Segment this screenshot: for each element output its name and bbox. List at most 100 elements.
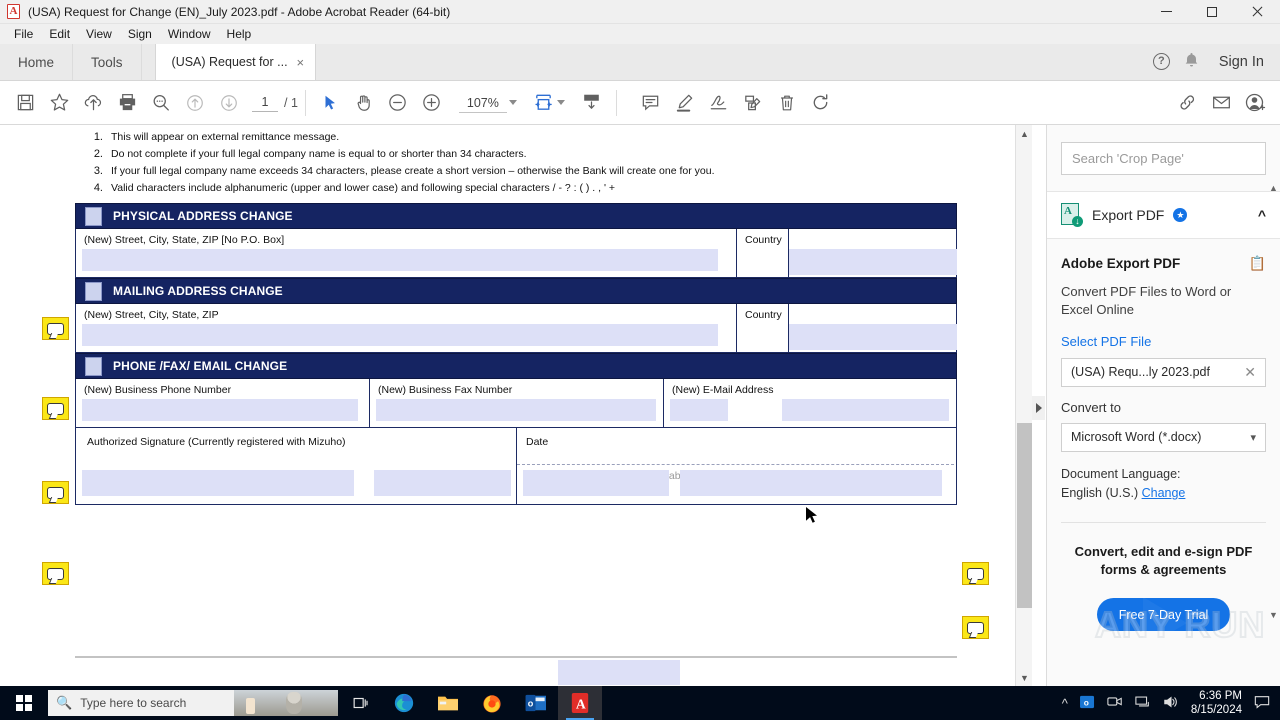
selected-file-field[interactable]: (USA) Requ...ly 2023.pdf ✕	[1061, 357, 1266, 387]
email-input[interactable]	[782, 399, 949, 422]
rotate-icon[interactable]	[804, 86, 838, 120]
menu-file[interactable]: File	[6, 25, 41, 43]
close-button[interactable]	[1234, 0, 1280, 24]
business-phone-input[interactable]	[82, 399, 358, 422]
outlook-tray-icon[interactable]: o	[1079, 695, 1095, 712]
copy-icon[interactable]: 📋	[1249, 255, 1266, 272]
date-input[interactable]	[523, 470, 669, 497]
vertical-scrollbar[interactable]: ▲ ▼	[1015, 125, 1032, 686]
scroll-up-icon[interactable]: ▲	[1016, 125, 1033, 142]
next-page-icon[interactable]	[212, 86, 246, 120]
cursor-arrow-icon[interactable]	[313, 86, 347, 120]
physical-street-input[interactable]	[82, 249, 718, 272]
effective-date-input[interactable]	[680, 470, 942, 497]
zoom-control[interactable]: 107%	[458, 93, 517, 113]
acrobat-icon[interactable]: A	[558, 686, 602, 720]
section-checkbox[interactable]	[85, 356, 102, 376]
sign-icon[interactable]	[702, 86, 736, 120]
camera-icon[interactable]	[1107, 695, 1123, 711]
chevron-up-icon[interactable]: ^	[1258, 207, 1266, 223]
panel-scroll-up-icon[interactable]: ▲	[1267, 182, 1280, 195]
comment-icon[interactable]	[634, 86, 668, 120]
star-icon[interactable]	[42, 86, 76, 120]
comment-note-icon[interactable]	[42, 397, 69, 420]
firefox-icon[interactable]	[470, 686, 514, 720]
tab-document[interactable]: (USA) Request for ... ×	[154, 44, 317, 80]
sign-in-button[interactable]: Sign In	[1213, 54, 1264, 70]
change-language-link[interactable]: Change	[1142, 486, 1186, 500]
save-icon[interactable]	[8, 86, 42, 120]
extra-field-1[interactable]	[558, 660, 680, 685]
outlook-icon[interactable]: o	[514, 686, 558, 720]
comment-note-icon[interactable]	[962, 616, 989, 639]
mailing-street-input[interactable]	[82, 324, 718, 347]
file-explorer-icon[interactable]	[426, 686, 470, 720]
signature-input[interactable]	[82, 470, 354, 497]
select-pdf-file-link[interactable]: Select PDF File	[1061, 334, 1266, 349]
convert-to-select[interactable]: Microsoft Word (*.docx) ▾	[1061, 422, 1266, 452]
notification-icon[interactable]	[1254, 695, 1270, 712]
expand-right-panel-icon[interactable]	[1032, 396, 1045, 420]
panel-scrollbar[interactable]: ▲ ▼	[1267, 182, 1280, 622]
physical-country-input[interactable]	[789, 249, 957, 276]
export-pdf-header[interactable]: ↓ Export PDF ★ ^	[1047, 191, 1280, 239]
trash-icon[interactable]	[770, 86, 804, 120]
fill-and-sign-icon[interactable]	[736, 86, 770, 120]
network-icon[interactable]	[1135, 695, 1151, 711]
maximize-button[interactable]	[1189, 0, 1234, 24]
section-checkbox[interactable]	[85, 206, 102, 226]
cloud-upload-icon[interactable]	[76, 86, 110, 120]
edge-icon[interactable]	[382, 686, 426, 720]
menu-sign[interactable]: Sign	[120, 25, 160, 43]
clear-file-icon[interactable]: ✕	[1244, 364, 1256, 381]
minimize-button[interactable]	[1144, 0, 1189, 24]
taskbar-search-input[interactable]: 🔍 Type here to search	[48, 690, 338, 716]
comment-note-icon[interactable]	[42, 562, 69, 585]
comment-note-icon[interactable]	[42, 481, 69, 504]
page-scroll-icon[interactable]	[575, 86, 609, 120]
email-input-part[interactable]	[670, 399, 728, 422]
hand-icon[interactable]	[347, 86, 381, 120]
panel-search-input[interactable]: Search 'Crop Page'	[1061, 142, 1266, 175]
comment-note-icon[interactable]	[962, 562, 989, 585]
volume-icon[interactable]	[1163, 695, 1179, 712]
scroll-down-icon[interactable]: ▼	[1016, 669, 1033, 686]
highlighter-icon[interactable]	[668, 86, 702, 120]
menu-view[interactable]: View	[78, 25, 120, 43]
comment-note-icon[interactable]	[42, 317, 69, 340]
add-person-icon[interactable]	[1238, 86, 1272, 120]
page-number-input[interactable]	[252, 93, 278, 112]
share-link-icon[interactable]	[1170, 86, 1204, 120]
menu-edit[interactable]: Edit	[41, 25, 78, 43]
bell-icon[interactable]	[1184, 52, 1199, 72]
business-fax-input[interactable]	[376, 399, 656, 422]
scrollbar-thumb[interactable]	[1017, 423, 1032, 608]
previous-page-icon[interactable]	[178, 86, 212, 120]
free-trial-button[interactable]: Free 7-Day Trial	[1097, 598, 1230, 632]
chevron-down-icon[interactable]: ▾	[1250, 431, 1256, 444]
fit-width-dropdown-icon[interactable]	[556, 100, 565, 105]
zoom-out-icon[interactable]	[381, 86, 415, 120]
zoom-level-value[interactable]: 107%	[458, 93, 507, 113]
taskbar-clock[interactable]: 6:36 PM 8/15/2024	[1191, 689, 1242, 718]
pdf-viewer[interactable]: 1. This will appear on external remittan…	[0, 125, 1045, 686]
menu-window[interactable]: Window	[160, 25, 219, 43]
chevron-down-icon[interactable]	[508, 100, 517, 105]
tray-expand-icon[interactable]: ^	[1062, 696, 1068, 711]
help-icon[interactable]: ?	[1152, 53, 1170, 70]
search-icon[interactable]	[144, 86, 178, 120]
panel-scroll-down-icon[interactable]: ▼	[1267, 609, 1280, 622]
tab-home[interactable]: Home	[0, 44, 74, 80]
signature-input-secondary[interactable]	[374, 470, 511, 497]
windows-start-icon[interactable]	[0, 686, 48, 720]
fit-width-icon[interactable]	[527, 86, 561, 120]
zoom-in-icon[interactable]	[415, 86, 449, 120]
menu-help[interactable]: Help	[219, 25, 260, 43]
tab-tools[interactable]: Tools	[73, 44, 142, 80]
print-icon[interactable]	[110, 86, 144, 120]
mailing-country-input[interactable]	[789, 324, 957, 351]
email-icon[interactable]	[1204, 86, 1238, 120]
close-icon[interactable]: ×	[297, 56, 305, 69]
section-checkbox[interactable]	[85, 281, 102, 301]
task-view-icon[interactable]	[338, 686, 382, 720]
